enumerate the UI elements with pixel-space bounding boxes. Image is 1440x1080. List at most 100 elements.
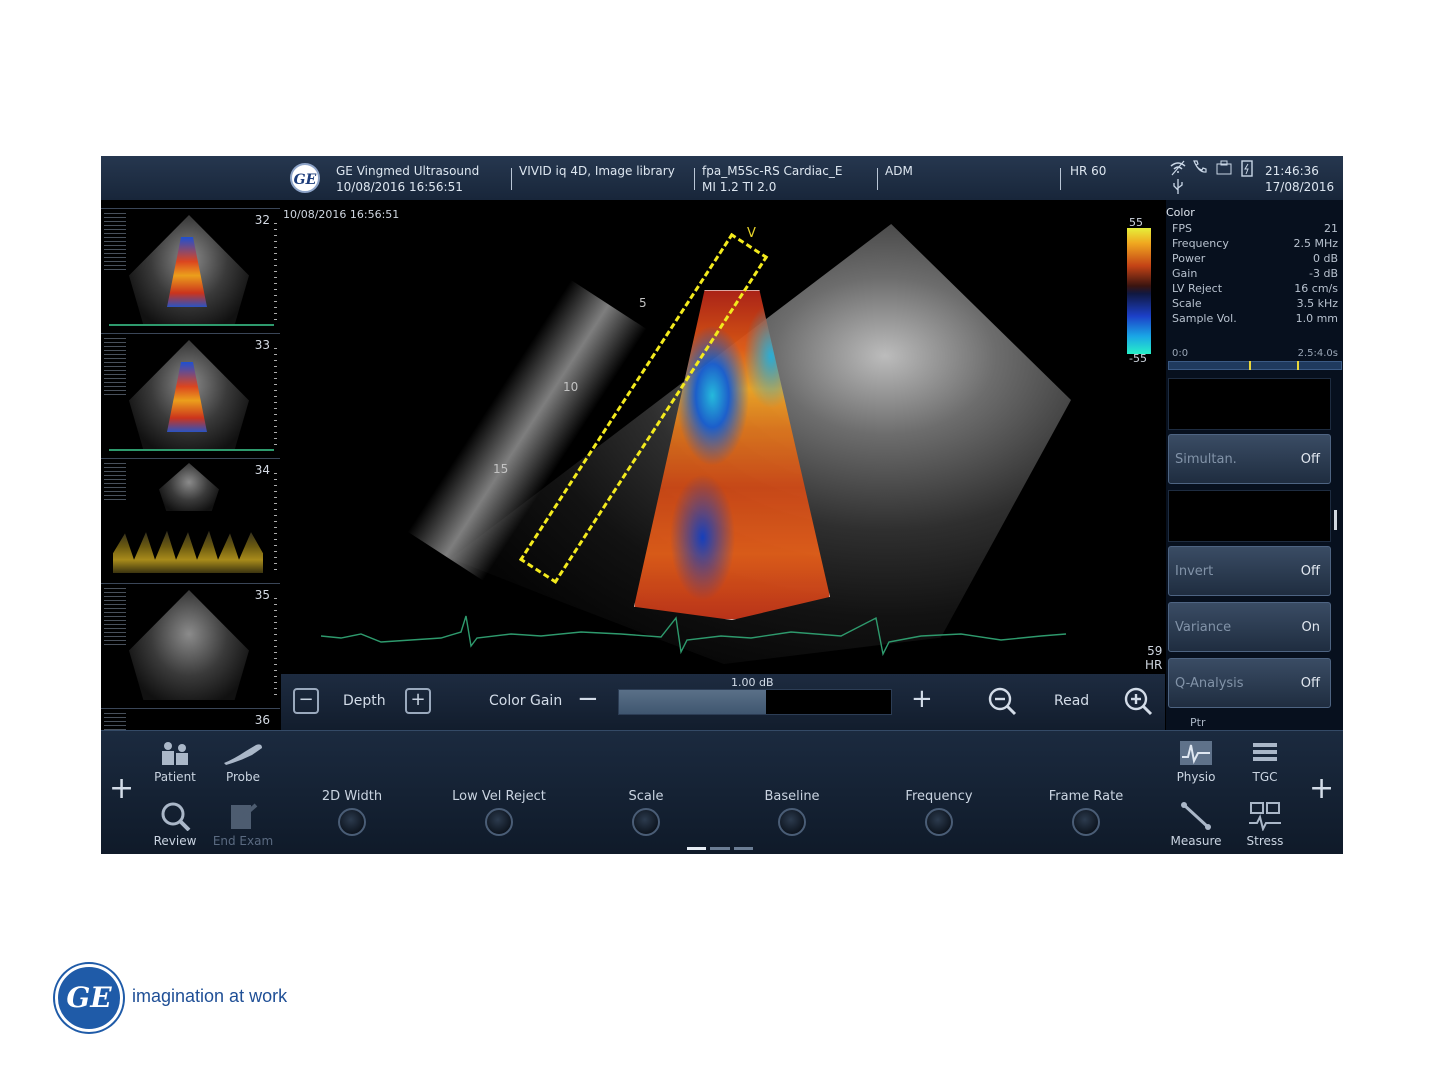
knob[interactable] bbox=[338, 808, 366, 836]
header-separator bbox=[511, 168, 512, 190]
zoom-in-icon[interactable] bbox=[1123, 686, 1153, 716]
physio-button[interactable]: Physio bbox=[1162, 733, 1230, 795]
param-row-fps: FPS 21 bbox=[1172, 222, 1338, 235]
stress-label: Stress bbox=[1246, 834, 1284, 848]
usb-icon bbox=[1171, 178, 1185, 200]
thumbnail-info bbox=[104, 463, 126, 503]
zoom-out-icon[interactable] bbox=[987, 686, 1017, 716]
param-value: 3.5 kHz bbox=[1296, 297, 1338, 310]
simultan-label: Simultan. bbox=[1175, 451, 1237, 467]
page-dot[interactable] bbox=[710, 847, 730, 850]
review-icon bbox=[161, 802, 191, 831]
softkey-scrollbar[interactable] bbox=[1334, 510, 1337, 530]
invert-button[interactable]: Invert Off bbox=[1168, 546, 1331, 596]
knob[interactable] bbox=[1072, 808, 1100, 836]
page-indicator bbox=[687, 847, 753, 850]
page-dot[interactable] bbox=[733, 847, 753, 850]
depth-decrease-button[interactable]: − bbox=[293, 688, 319, 714]
variance-button[interactable]: Variance On bbox=[1168, 602, 1331, 652]
timeline-marker[interactable] bbox=[1297, 361, 1299, 370]
q-analysis-button[interactable]: Q-Analysis Off bbox=[1168, 658, 1331, 708]
review-label: Review bbox=[153, 834, 197, 848]
page-dot-active[interactable] bbox=[687, 847, 707, 850]
simultan-button[interactable]: Simultan. Off bbox=[1168, 434, 1331, 484]
knob-scale[interactable]: Scale bbox=[581, 789, 711, 836]
thumbnail-35[interactable]: 35 bbox=[101, 583, 280, 707]
knob-low-vel-reject[interactable]: Low Vel Reject bbox=[434, 789, 564, 836]
knob[interactable] bbox=[778, 808, 806, 836]
timeline-marker[interactable] bbox=[1249, 361, 1251, 370]
ultrasound-screen: GE GE Vingmed Ultrasound 10/08/2016 16:5… bbox=[101, 156, 1343, 854]
v-marker: V bbox=[747, 226, 756, 241]
wireless-icon bbox=[1169, 160, 1187, 180]
network-icon bbox=[1215, 160, 1233, 180]
thumbnail-scale bbox=[274, 348, 277, 448]
thumbnail-number: 35 bbox=[254, 588, 270, 602]
knob[interactable] bbox=[485, 808, 513, 836]
hr-label: HR bbox=[1145, 658, 1163, 672]
header-separator bbox=[694, 168, 695, 190]
knob-label: Frequency bbox=[905, 789, 973, 804]
thumbnail-scale bbox=[274, 598, 277, 698]
hr-readout: 59 HR bbox=[1145, 644, 1162, 672]
measure-label: Measure bbox=[1170, 834, 1222, 848]
patient-button[interactable]: Patient bbox=[141, 733, 209, 795]
main-image-area[interactable]: 10/08/2016 16:56:51 V 5 10 15 55 -55 59 … bbox=[281, 200, 1165, 674]
review-button[interactable]: Review bbox=[141, 795, 209, 854]
stress-button[interactable]: Stress bbox=[1231, 795, 1299, 854]
header-bar: GE GE Vingmed Ultrasound 10/08/2016 16:5… bbox=[101, 156, 1343, 200]
thumbnail-scale bbox=[274, 223, 277, 323]
right-expand-button[interactable]: + bbox=[1309, 771, 1334, 806]
probe-label: Probe bbox=[225, 770, 261, 784]
param-row-scale: Scale 3.5 kHz bbox=[1172, 297, 1338, 310]
cine-timeline[interactable] bbox=[1168, 361, 1342, 370]
measure-button[interactable]: Measure bbox=[1162, 795, 1230, 854]
left-expand-button[interactable]: + bbox=[109, 771, 134, 806]
color-gain-slider[interactable] bbox=[618, 689, 892, 715]
bottom-control-panel: + Patient Probe Review End Exam 2D Width… bbox=[101, 730, 1343, 854]
battery-icon bbox=[1240, 159, 1254, 181]
knob-frame-rate[interactable]: Frame Rate bbox=[1021, 789, 1151, 836]
measure-icon bbox=[1181, 802, 1211, 830]
header-separator bbox=[1060, 168, 1061, 190]
knob-baseline[interactable]: Baseline bbox=[727, 789, 857, 836]
param-row-sample-vol: Sample Vol. 1.0 mm bbox=[1172, 312, 1338, 325]
end-exam-label: End Exam bbox=[212, 834, 274, 848]
thumbnail-number: 34 bbox=[254, 463, 270, 477]
param-label: Sample Vol. bbox=[1172, 312, 1237, 325]
read-label: Read bbox=[1054, 693, 1090, 709]
knob[interactable] bbox=[925, 808, 953, 836]
depth-increase-button[interactable]: + bbox=[405, 688, 431, 714]
param-label: Frequency bbox=[1172, 237, 1229, 250]
knob-label: Scale bbox=[628, 789, 664, 804]
simultan-value: Off bbox=[1300, 451, 1320, 467]
tgc-button[interactable]: TGC bbox=[1231, 733, 1299, 795]
thumbnail-32[interactable]: 32 bbox=[101, 208, 280, 332]
color-gain-decrease-button[interactable]: − bbox=[577, 684, 599, 714]
knob[interactable] bbox=[632, 808, 660, 836]
color-gain-fill bbox=[619, 690, 766, 714]
operator-id: ADM bbox=[885, 164, 913, 178]
param-label: LV Reject bbox=[1172, 282, 1223, 295]
probe-button[interactable]: Probe bbox=[209, 733, 277, 795]
depth-label: Depth bbox=[343, 693, 386, 709]
knob-label: Baseline bbox=[764, 789, 820, 804]
param-value: 0 dB bbox=[1312, 252, 1338, 265]
thumbnail-33[interactable]: 33 bbox=[101, 333, 280, 457]
q-analysis-value: Off bbox=[1300, 675, 1320, 691]
gain-control-bar: − Depth + Color Gain − 1.00 dB + Read bbox=[281, 674, 1165, 730]
knob-label: Frame Rate bbox=[1048, 789, 1124, 804]
phone-icon bbox=[1191, 159, 1209, 179]
thumbnail-34[interactable]: 34 bbox=[101, 458, 280, 582]
vendor-name: GE Vingmed Ultrasound bbox=[336, 164, 480, 178]
empty-softkey-slot bbox=[1168, 490, 1331, 542]
end-exam-button[interactable]: End Exam bbox=[209, 795, 277, 854]
knob-2d-width[interactable]: 2D Width bbox=[287, 789, 417, 836]
thumbnail-info bbox=[104, 338, 126, 398]
knob-frequency[interactable]: Frequency bbox=[874, 789, 1004, 836]
param-label: Scale bbox=[1172, 297, 1202, 310]
color-gain-value: 1.00 dB bbox=[731, 676, 774, 689]
invert-label: Invert bbox=[1175, 563, 1214, 579]
image-timestamp: 10/08/2016 16:56:51 bbox=[283, 208, 400, 221]
color-gain-increase-button[interactable]: + bbox=[911, 684, 933, 714]
